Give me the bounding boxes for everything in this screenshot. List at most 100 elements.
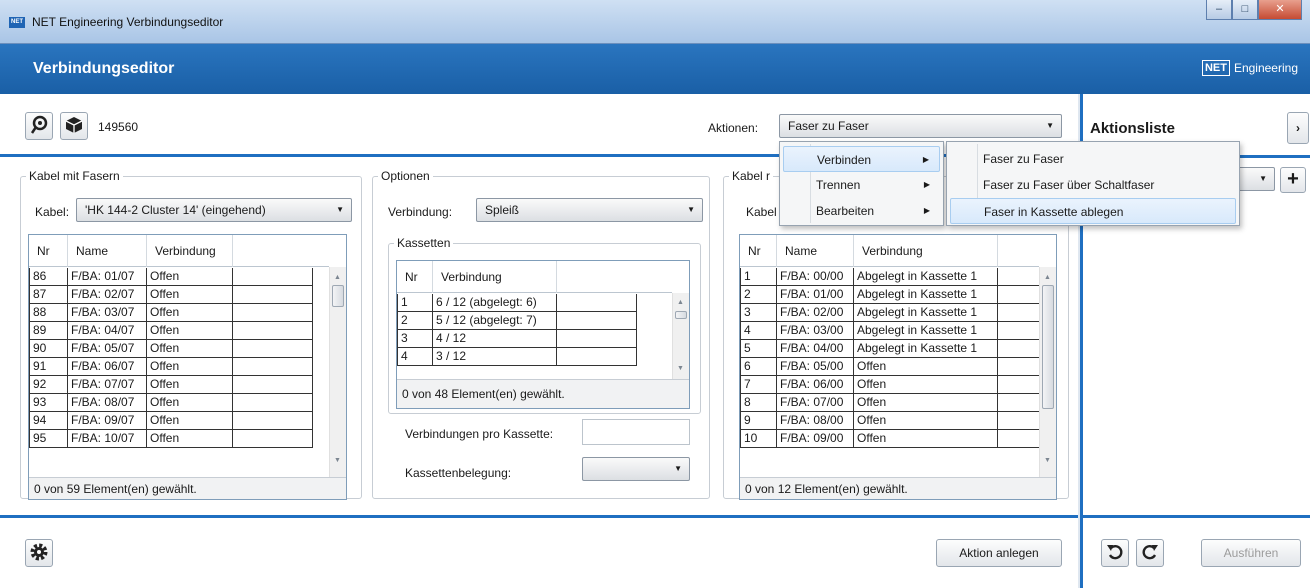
table-cell (233, 376, 313, 394)
minimize-button[interactable]: – (1206, 0, 1232, 20)
left-table-footer: 0 von 59 Element(en) gewählt. (29, 477, 346, 499)
expand-sidebar-button[interactable]: › (1287, 112, 1309, 144)
table-cell: 87 (29, 286, 68, 304)
menu-item-label: Trennen (816, 178, 861, 192)
undo-button[interactable] (1101, 539, 1129, 567)
right-scrollbar[interactable]: ▲ ▼ (1039, 267, 1056, 479)
cassette-scrollbar[interactable]: ▲ ▼ (672, 293, 689, 379)
create-action-button[interactable]: Aktion anlegen (936, 539, 1062, 567)
table-cell: 88 (29, 304, 68, 322)
scroll-up-icon[interactable]: ▲ (334, 274, 341, 281)
scroll-thumb[interactable] (1042, 285, 1054, 409)
table-cell: 2 (740, 286, 777, 304)
table-cell: 89 (29, 322, 68, 340)
table-cell (233, 304, 313, 322)
cassettes-group-title: Kassetten (394, 236, 454, 250)
menu-item-trennen[interactable]: Trennen ▶ (783, 172, 940, 198)
scroll-down-icon[interactable]: ▼ (334, 457, 341, 464)
fiber-icon (29, 115, 49, 138)
cube-icon (65, 116, 83, 137)
table-header: Nr Name Verbindung (740, 235, 1039, 267)
actions-combo[interactable]: Faser zu Faser ▼ (779, 114, 1062, 138)
menu-item-label: Bearbeiten (816, 204, 875, 218)
target-cable-label: Kabel (746, 205, 777, 219)
scroll-down-icon[interactable]: ▼ (677, 365, 684, 372)
window-title: NET Engineering Verbindungseditor (32, 15, 224, 29)
table-cell: 7 (740, 376, 777, 394)
table-cell: F/BA: 09/07 (68, 412, 147, 430)
table-cell: Offen (147, 268, 233, 286)
table-cell (233, 412, 313, 430)
table-cell: Abgelegt in Kassette 1 (854, 304, 998, 322)
column-header[interactable]: Name (68, 235, 147, 267)
scroll-thumb[interactable] (332, 285, 344, 307)
left-scrollbar[interactable]: ▲ ▼ (329, 267, 346, 479)
execute-button[interactable]: Ausführen (1201, 539, 1301, 567)
connection-combo[interactable]: Spleiß ▼ (476, 198, 703, 222)
table-cell: Offen (147, 340, 233, 358)
table-cell: Offen (147, 286, 233, 304)
chevron-right-icon: ▶ (922, 155, 929, 164)
table-cell: Offen (147, 376, 233, 394)
chevron-right-icon: ▶ (923, 206, 930, 215)
table-cell: F/BA: 03/00 (777, 322, 854, 340)
connect-submenu: Faser zu Faser Faser zu Faser über Schal… (946, 141, 1240, 226)
left-fiber-table: Nr Name Verbindung 86 F/BA: 01/07 Offen 87 F… (28, 234, 347, 500)
table-cell: Offen (147, 412, 233, 430)
occupancy-combo[interactable]: ▼ (582, 457, 690, 481)
cube-button[interactable] (60, 112, 88, 140)
per-cassette-input[interactable] (582, 419, 690, 445)
scroll-down-icon[interactable]: ▼ (1044, 457, 1051, 464)
column-header[interactable]: Nr (29, 235, 68, 267)
table-header: Nr Verbindung (397, 261, 672, 293)
actions-label: Aktionen: (708, 121, 759, 135)
scroll-up-icon[interactable]: ▲ (677, 299, 684, 306)
table-cell: F/BA: 05/00 (777, 358, 854, 376)
table-cell: 3 / 12 (433, 348, 557, 366)
table-cell: 4 / 12 (433, 330, 557, 348)
settings-button[interactable] (25, 539, 53, 567)
table-cell: 3 (740, 304, 777, 322)
header-title: Verbindungseditor (33, 60, 175, 77)
table-cell: 92 (29, 376, 68, 394)
table-cell: Abgelegt in Kassette 1 (854, 286, 998, 304)
add-action-button[interactable]: + (1280, 167, 1306, 193)
table-cell: F/BA: 04/00 (777, 340, 854, 358)
table-cell: Offen (854, 376, 998, 394)
title-bar: NET NET Engineering Verbindungseditor – … (0, 0, 1310, 44)
table-cell: 86 (29, 268, 68, 286)
right-table-footer: 0 von 12 Element(en) gewählt. (740, 477, 1056, 499)
maximize-button[interactable]: □ (1232, 0, 1258, 20)
table-cell (557, 330, 637, 348)
column-header[interactable]: Verbindung (854, 235, 998, 267)
table-cell: Offen (147, 304, 233, 322)
column-header[interactable]: Nr (740, 235, 777, 267)
gear-icon (29, 542, 49, 565)
table-cell: 5 (740, 340, 777, 358)
column-header[interactable]: Verbindung (147, 235, 233, 267)
options-group-title: Optionen (378, 169, 433, 183)
column-header[interactable]: Nr (397, 261, 433, 293)
object-id: 149560 (98, 120, 139, 134)
table-cell: F/BA: 06/07 (68, 358, 147, 376)
submenu-item-fiber-via-patch[interactable]: Faser zu Faser über Schaltfaser (950, 172, 1236, 198)
scroll-thumb[interactable] (675, 311, 687, 319)
app-icon: NET (9, 17, 25, 28)
plus-icon: + (1287, 168, 1299, 190)
table-cell: F/BA: 04/07 (68, 322, 147, 340)
cable-combo[interactable]: 'HK 144-2 Cluster 14' (eingehend) ▼ (76, 198, 352, 222)
close-button[interactable]: ✕ (1258, 0, 1302, 20)
menu-item-bearbeiten[interactable]: Bearbeiten ▶ (783, 198, 940, 224)
column-header[interactable]: Name (777, 235, 854, 267)
chevron-down-icon: ▼ (336, 205, 344, 214)
scroll-up-icon[interactable]: ▲ (1044, 274, 1051, 281)
menu-item-verbinden[interactable]: Verbinden ▶ (783, 146, 940, 172)
cable-label: Kabel: (35, 205, 70, 219)
fiber-button[interactable] (25, 112, 53, 140)
redo-button[interactable] (1136, 539, 1164, 567)
submenu-item-fiber-to-cassette[interactable]: Faser in Kassette ablegen (950, 198, 1236, 224)
column-header[interactable]: Verbindung (433, 261, 557, 293)
table-cell: 1 (397, 294, 433, 312)
brand-text: Engineering (1233, 61, 1298, 75)
submenu-item-fiber-to-fiber[interactable]: Faser zu Faser (950, 146, 1236, 172)
